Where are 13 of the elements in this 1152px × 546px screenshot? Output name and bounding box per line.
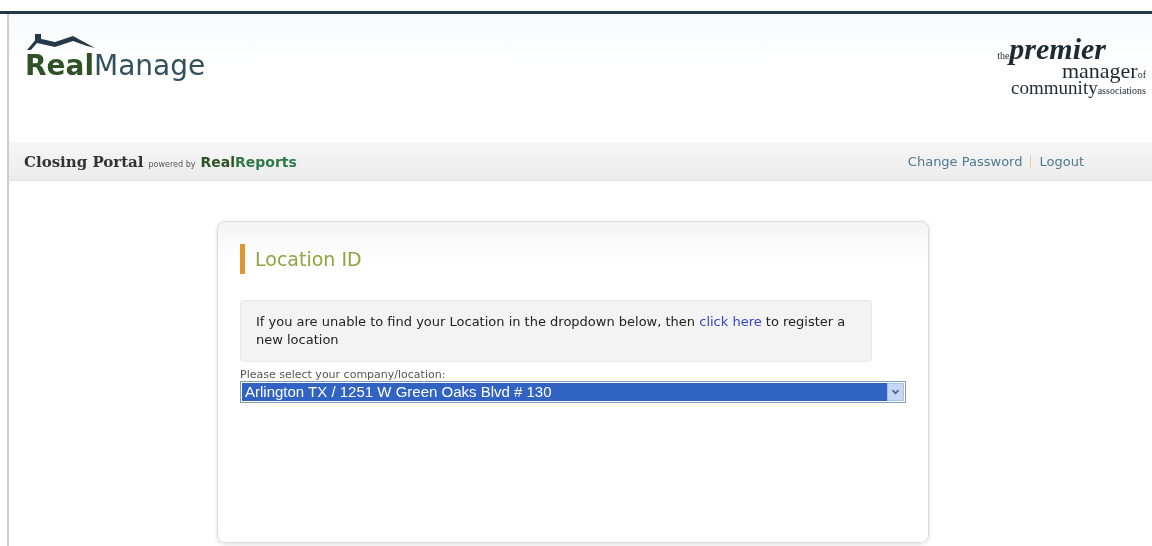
register-link[interactable]: click here	[699, 314, 762, 329]
portal-title: Closing Portal	[24, 152, 144, 171]
nav-link[interactable]: Change Password	[907, 153, 1023, 169]
chevron-down-icon	[887, 383, 904, 401]
nav-link[interactable]: Logout	[1039, 153, 1084, 169]
notice-text: If you are unable to find your Location in the dropdown below, then click here to register a new location	[240, 300, 872, 362]
tagline-logo: thepremier managerof communityassociations	[997, 36, 1147, 97]
field-label: Please select your company/location:	[240, 368, 447, 381]
location-select[interactable]: Arlington TX / 1251 W Green Oaks Blvd # 130	[240, 381, 906, 403]
brand-text: RealReports	[200, 153, 297, 170]
powered-by-text: powered by	[148, 159, 196, 169]
section-heading: Location ID	[240, 244, 906, 274]
logo-text: RealManage	[25, 52, 206, 80]
